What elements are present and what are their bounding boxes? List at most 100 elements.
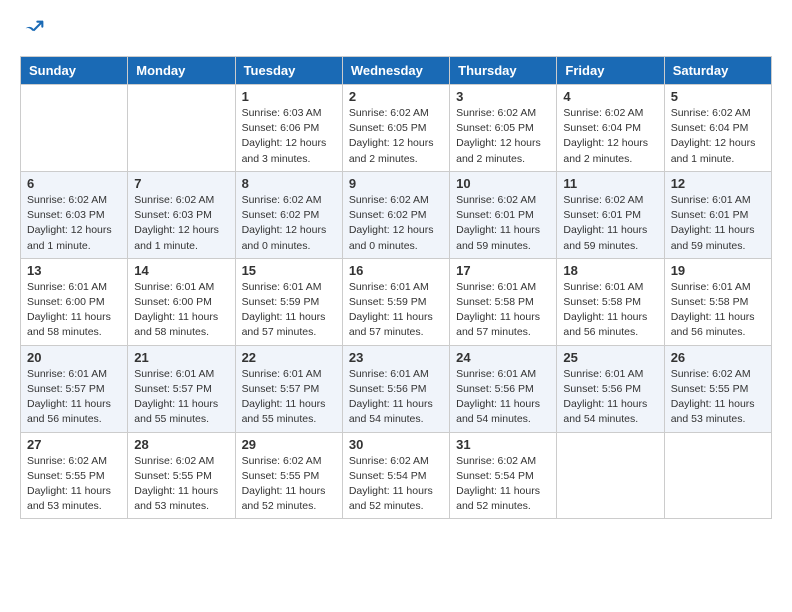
day-info: Sunrise: 6:02 AM Sunset: 6:01 PM Dayligh… xyxy=(456,193,550,254)
day-number: 16 xyxy=(349,263,443,278)
calendar-header-row: SundayMondayTuesdayWednesdayThursdayFrid… xyxy=(21,57,772,85)
calendar-cell xyxy=(128,85,235,172)
calendar-cell: 5 Sunrise: 6:02 AM Sunset: 6:04 PM Daylig… xyxy=(664,85,771,172)
day-number: 6 xyxy=(27,176,121,191)
calendar-cell: 12 Sunrise: 6:01 AM Sunset: 6:01 PM Dayli… xyxy=(664,171,771,258)
day-number: 7 xyxy=(134,176,228,191)
day-number: 25 xyxy=(563,350,657,365)
day-number: 8 xyxy=(242,176,336,191)
day-info: Sunrise: 6:02 AM Sunset: 5:54 PM Dayligh… xyxy=(456,454,550,515)
day-info: Sunrise: 6:02 AM Sunset: 5:55 PM Dayligh… xyxy=(134,454,228,515)
day-number: 3 xyxy=(456,89,550,104)
day-number: 29 xyxy=(242,437,336,452)
calendar-cell: 15 Sunrise: 6:01 AM Sunset: 5:59 PM Dayli… xyxy=(235,258,342,345)
calendar-cell: 3 Sunrise: 6:02 AM Sunset: 6:05 PM Daylig… xyxy=(450,85,557,172)
day-info: Sunrise: 6:01 AM Sunset: 6:00 PM Dayligh… xyxy=(134,280,228,341)
calendar-cell: 25Sunrise: 6:01 AM Sunset: 5:56 PM Dayli… xyxy=(557,345,664,432)
calendar-cell: 26Sunrise: 6:02 AM Sunset: 5:55 PM Dayli… xyxy=(664,345,771,432)
calendar-week-row: 27 Sunrise: 6:02 AM Sunset: 5:55 PM Dayli… xyxy=(21,432,772,519)
day-number: 20 xyxy=(27,350,121,365)
day-number: 22 xyxy=(242,350,336,365)
day-info: Sunrise: 6:01 AM Sunset: 6:00 PM Dayligh… xyxy=(27,280,121,341)
calendar-cell: 17Sunrise: 6:01 AM Sunset: 5:58 PM Dayli… xyxy=(450,258,557,345)
calendar-cell: 11Sunrise: 6:02 AM Sunset: 6:01 PM Dayli… xyxy=(557,171,664,258)
day-info: Sunrise: 6:02 AM Sunset: 6:03 PM Dayligh… xyxy=(134,193,228,254)
calendar-cell: 2 Sunrise: 6:02 AM Sunset: 6:05 PM Daylig… xyxy=(342,85,449,172)
day-number: 15 xyxy=(242,263,336,278)
calendar-cell: 22 Sunrise: 6:01 AM Sunset: 5:57 PM Dayli… xyxy=(235,345,342,432)
calendar-cell: 14 Sunrise: 6:01 AM Sunset: 6:00 PM Dayli… xyxy=(128,258,235,345)
day-info: Sunrise: 6:01 AM Sunset: 5:57 PM Dayligh… xyxy=(27,367,121,428)
day-info: Sunrise: 6:02 AM Sunset: 6:02 PM Dayligh… xyxy=(349,193,443,254)
calendar-cell: 1 Sunrise: 6:03 AM Sunset: 6:06 PM Daylig… xyxy=(235,85,342,172)
day-info: Sunrise: 6:01 AM Sunset: 5:59 PM Dayligh… xyxy=(242,280,336,341)
day-info: Sunrise: 6:02 AM Sunset: 5:54 PM Dayligh… xyxy=(349,454,443,515)
calendar-cell: 23Sunrise: 6:01 AM Sunset: 5:56 PM Dayli… xyxy=(342,345,449,432)
calendar-cell: 27 Sunrise: 6:02 AM Sunset: 5:55 PM Dayli… xyxy=(21,432,128,519)
day-info: Sunrise: 6:02 AM Sunset: 6:02 PM Dayligh… xyxy=(242,193,336,254)
day-info: Sunrise: 6:01 AM Sunset: 5:57 PM Dayligh… xyxy=(134,367,228,428)
calendar-cell: 24Sunrise: 6:01 AM Sunset: 5:56 PM Dayli… xyxy=(450,345,557,432)
day-info: Sunrise: 6:01 AM Sunset: 5:56 PM Dayligh… xyxy=(456,367,550,428)
day-number: 9 xyxy=(349,176,443,191)
calendar-cell: 10 Sunrise: 6:02 AM Sunset: 6:01 PM Dayli… xyxy=(450,171,557,258)
weekday-header-saturday: Saturday xyxy=(664,57,771,85)
day-number: 5 xyxy=(671,89,765,104)
day-number: 12 xyxy=(671,176,765,191)
calendar-cell: 30 Sunrise: 6:02 AM Sunset: 5:54 PM Dayli… xyxy=(342,432,449,519)
calendar-week-row: 6 Sunrise: 6:02 AM Sunset: 6:03 PM Daylig… xyxy=(21,171,772,258)
day-number: 18 xyxy=(563,263,657,278)
page-header xyxy=(20,20,772,40)
day-info: Sunrise: 6:02 AM Sunset: 5:55 PM Dayligh… xyxy=(671,367,765,428)
day-number: 31 xyxy=(456,437,550,452)
day-number: 10 xyxy=(456,176,550,191)
calendar-cell xyxy=(664,432,771,519)
day-number: 4 xyxy=(563,89,657,104)
calendar-cell: 13Sunrise: 6:01 AM Sunset: 6:00 PM Dayli… xyxy=(21,258,128,345)
day-number: 23 xyxy=(349,350,443,365)
day-number: 14 xyxy=(134,263,228,278)
calendar-week-row: 20 Sunrise: 6:01 AM Sunset: 5:57 PM Dayli… xyxy=(21,345,772,432)
calendar-week-row: 1 Sunrise: 6:03 AM Sunset: 6:06 PM Daylig… xyxy=(21,85,772,172)
calendar-cell xyxy=(557,432,664,519)
day-number: 2 xyxy=(349,89,443,104)
calendar-cell: 18 Sunrise: 6:01 AM Sunset: 5:58 PM Dayli… xyxy=(557,258,664,345)
day-info: Sunrise: 6:02 AM Sunset: 6:05 PM Dayligh… xyxy=(456,106,550,167)
weekday-header-friday: Friday xyxy=(557,57,664,85)
day-number: 28 xyxy=(134,437,228,452)
day-info: Sunrise: 6:01 AM Sunset: 5:58 PM Dayligh… xyxy=(671,280,765,341)
day-info: Sunrise: 6:01 AM Sunset: 5:57 PM Dayligh… xyxy=(242,367,336,428)
calendar-cell: 6 Sunrise: 6:02 AM Sunset: 6:03 PM Daylig… xyxy=(21,171,128,258)
weekday-header-thursday: Thursday xyxy=(450,57,557,85)
logo xyxy=(20,20,44,40)
day-number: 19 xyxy=(671,263,765,278)
calendar-cell: 9 Sunrise: 6:02 AM Sunset: 6:02 PM Daylig… xyxy=(342,171,449,258)
day-number: 1 xyxy=(242,89,336,104)
day-number: 30 xyxy=(349,437,443,452)
day-info: Sunrise: 6:01 AM Sunset: 5:58 PM Dayligh… xyxy=(563,280,657,341)
day-info: Sunrise: 6:02 AM Sunset: 6:04 PM Dayligh… xyxy=(671,106,765,167)
day-info: Sunrise: 6:02 AM Sunset: 6:01 PM Dayligh… xyxy=(563,193,657,254)
day-number: 17 xyxy=(456,263,550,278)
calendar-cell: 4Sunrise: 6:02 AM Sunset: 6:04 PM Daylig… xyxy=(557,85,664,172)
calendar-cell: 29 Sunrise: 6:02 AM Sunset: 5:55 PM Dayli… xyxy=(235,432,342,519)
calendar-cell: 7 Sunrise: 6:02 AM Sunset: 6:03 PM Daylig… xyxy=(128,171,235,258)
day-info: Sunrise: 6:01 AM Sunset: 6:01 PM Dayligh… xyxy=(671,193,765,254)
day-info: Sunrise: 6:02 AM Sunset: 6:05 PM Dayligh… xyxy=(349,106,443,167)
calendar-table: SundayMondayTuesdayWednesdayThursdayFrid… xyxy=(20,56,772,519)
calendar-cell: 19 Sunrise: 6:01 AM Sunset: 5:58 PM Dayli… xyxy=(664,258,771,345)
day-number: 27 xyxy=(27,437,121,452)
day-number: 21 xyxy=(134,350,228,365)
day-info: Sunrise: 6:02 AM Sunset: 6:03 PM Dayligh… xyxy=(27,193,121,254)
calendar-cell: 21 Sunrise: 6:01 AM Sunset: 5:57 PM Dayli… xyxy=(128,345,235,432)
day-info: Sunrise: 6:01 AM Sunset: 5:59 PM Dayligh… xyxy=(349,280,443,341)
weekday-header-sunday: Sunday xyxy=(21,57,128,85)
calendar-cell: 28 Sunrise: 6:02 AM Sunset: 5:55 PM Dayli… xyxy=(128,432,235,519)
calendar-cell: 31 Sunrise: 6:02 AM Sunset: 5:54 PM Dayli… xyxy=(450,432,557,519)
calendar-cell: 20 Sunrise: 6:01 AM Sunset: 5:57 PM Dayli… xyxy=(21,345,128,432)
day-info: Sunrise: 6:03 AM Sunset: 6:06 PM Dayligh… xyxy=(242,106,336,167)
day-info: Sunrise: 6:02 AM Sunset: 5:55 PM Dayligh… xyxy=(242,454,336,515)
weekday-header-monday: Monday xyxy=(128,57,235,85)
day-info: Sunrise: 6:02 AM Sunset: 5:55 PM Dayligh… xyxy=(27,454,121,515)
weekday-header-tuesday: Tuesday xyxy=(235,57,342,85)
